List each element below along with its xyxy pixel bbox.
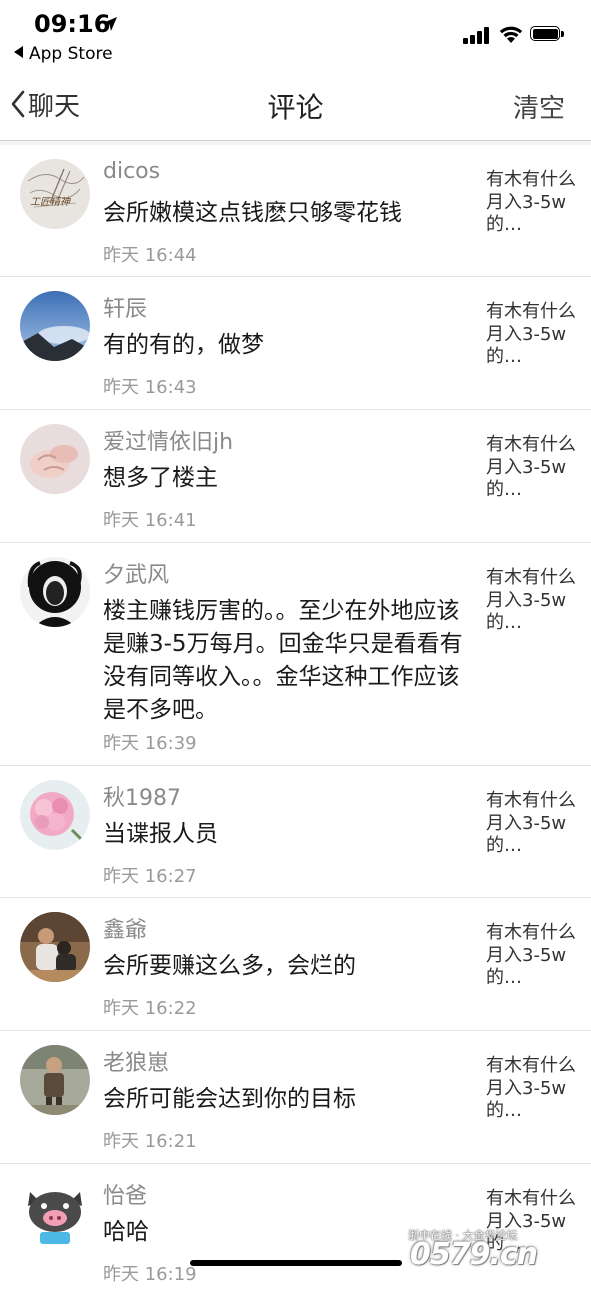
comment-row[interactable]: 工匠精神 dicos 会所嫩模这点钱麽只够零花钱 昨天 16:44 有木有什么月…: [0, 145, 591, 277]
comment-list: 工匠精神 dicos 会所嫩模这点钱麽只够零花钱 昨天 16:44 有木有什么月…: [0, 145, 591, 1294]
comment-text: 想多了楼主: [103, 465, 218, 491]
back-triangle-icon: [14, 46, 23, 58]
comment-text: 楼主赚钱厉害的。。至少在外地应该是赚3-5万每月。回金华只是看看有没有同等收入。…: [103, 598, 463, 723]
comment-row[interactable]: 夕武风 楼主赚钱厉害的。。至少在外地应该是赚3-5万每月。回金华只是看看有没有同…: [0, 543, 591, 766]
comment-username[interactable]: 轩辰: [103, 291, 147, 323]
quoted-post-snippet[interactable]: 有木有什么月入3-5w的…: [486, 790, 578, 858]
man-with-child-avatar[interactable]: [20, 912, 90, 982]
comment-time: 昨天 16:27: [103, 866, 197, 887]
comment-username[interactable]: 老狼崽: [103, 1045, 169, 1077]
status-bar: 09:16 App Store: [0, 0, 591, 70]
nav-bar: 聊天 评论 清空: [0, 70, 591, 141]
child-photo-avatar[interactable]: [20, 1045, 90, 1115]
quoted-post-snippet[interactable]: 有木有什么月入3-5w的…: [486, 1055, 578, 1123]
back-app-label: App Store: [29, 44, 113, 64]
pink-flower-avatar[interactable]: [20, 780, 90, 850]
comment-row[interactable]: 秋1987 当谍报人员 昨天 16:27 有木有什么月入3-5w的…: [0, 766, 591, 898]
battery-icon: [530, 26, 566, 43]
comment-username[interactable]: 爱过情依旧jh: [103, 424, 233, 456]
sky-landscape-avatar[interactable]: [20, 291, 90, 361]
comment-time: 昨天 16:19: [103, 1264, 197, 1285]
home-indicator[interactable]: [190, 1260, 402, 1266]
site-watermark: 浙中在线 · 大金华论坛 0579.cn: [408, 1227, 588, 1273]
comment-row[interactable]: 鑫爺 会所要赚这么多，会烂的 昨天 16:22 有木有什么月入3-5w的…: [0, 898, 591, 1031]
wifi-icon: [499, 26, 523, 43]
watermark-domain: 0579.cn: [410, 1237, 538, 1272]
status-time: 09:16: [34, 10, 111, 38]
comment-text: 有的有的，做梦: [103, 332, 264, 358]
quoted-post-snippet[interactable]: 有木有什么月入3-5w的…: [486, 301, 578, 369]
comment-time: 昨天 16:21: [103, 1131, 197, 1152]
comment-text: 会所要赚这么多，会烂的: [103, 953, 356, 979]
clear-button[interactable]: 清空: [513, 88, 565, 125]
page-title: 评论: [267, 91, 324, 124]
pencil-sketch-avatar[interactable]: 工匠精神: [20, 159, 90, 229]
quoted-post-snippet[interactable]: 有木有什么月入3-5w的…: [486, 922, 578, 990]
comment-row[interactable]: 老狼崽 会所可能会达到你的目标 昨天 16:21 有木有什么月入3-5w的…: [0, 1031, 591, 1164]
comment-row[interactable]: 爱过情依旧jh 想多了楼主 昨天 16:41 有木有什么月入3-5w的…: [0, 410, 591, 543]
comment-username[interactable]: 秋1987: [103, 780, 181, 812]
comment-time: 昨天 16:22: [103, 998, 197, 1019]
cartoon-pig-avatar[interactable]: [20, 1178, 90, 1248]
portrait-silhouette-avatar[interactable]: [20, 557, 90, 627]
comment-text: 会所可能会达到你的目标: [103, 1086, 356, 1112]
comment-time: 昨天 16:44: [103, 245, 197, 266]
hands-avatar[interactable]: [20, 424, 90, 494]
quoted-post-snippet[interactable]: 有木有什么月入3-5w的…: [486, 567, 578, 635]
cellular-signal-icon: [463, 26, 491, 44]
comment-time: 昨天 16:39: [103, 733, 197, 754]
back-to-app-store[interactable]: App Store: [14, 44, 113, 64]
svg-text:工匠精神: 工匠精神: [30, 196, 71, 208]
comment-text: 会所嫩模这点钱麽只够零花钱: [103, 200, 402, 226]
comment-time: 昨天 16:43: [103, 377, 197, 398]
comment-username[interactable]: dicos: [103, 159, 160, 184]
location-arrow-icon: [103, 17, 117, 31]
quoted-post-snippet[interactable]: 有木有什么月入3-5w的…: [486, 169, 578, 237]
comment-username[interactable]: 怡爸: [103, 1178, 147, 1210]
comment-text: 当谍报人员: [103, 821, 218, 847]
comment-username[interactable]: 鑫爺: [103, 912, 147, 944]
comment-username[interactable]: 夕武风: [103, 557, 169, 589]
comment-time: 昨天 16:41: [103, 510, 197, 531]
comment-row[interactable]: 轩辰 有的有的，做梦 昨天 16:43 有木有什么月入3-5w的…: [0, 277, 591, 410]
quoted-post-snippet[interactable]: 有木有什么月入3-5w的…: [486, 434, 578, 502]
